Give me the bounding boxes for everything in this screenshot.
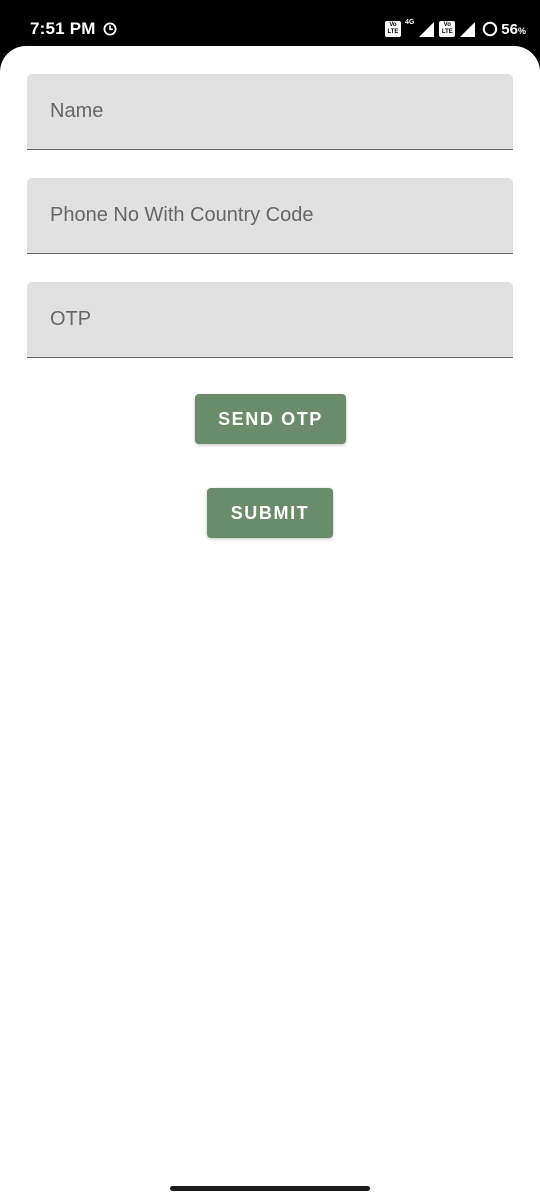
name-input[interactable] xyxy=(27,74,513,149)
network-type-label: 4G xyxy=(404,19,415,26)
battery-percent: 56% xyxy=(501,21,526,38)
home-indicator[interactable] xyxy=(170,1186,370,1191)
status-time: 7:51 PM xyxy=(30,19,96,38)
otp-input[interactable] xyxy=(27,282,513,357)
signal-icon xyxy=(419,21,435,37)
phone-field[interactable] xyxy=(27,178,513,254)
send-otp-button[interactable]: SEND OTP xyxy=(195,394,346,444)
battery-percent-value: 56 xyxy=(501,20,518,38)
status-icons: Vo LTE 4G Vo LTE 56% xyxy=(381,18,526,40)
phone-input[interactable] xyxy=(27,178,513,253)
volte-icon: Vo LTE xyxy=(384,21,401,37)
volte-icon: Vo LTE xyxy=(439,21,456,37)
battery-ring-icon xyxy=(483,21,498,37)
name-field[interactable] xyxy=(27,74,513,150)
signal-icon xyxy=(460,21,476,37)
alarm-icon xyxy=(103,22,117,36)
battery-percent-unit: % xyxy=(517,25,526,36)
otp-field[interactable] xyxy=(27,282,513,358)
submit-button[interactable]: SUBMIT xyxy=(207,488,333,538)
